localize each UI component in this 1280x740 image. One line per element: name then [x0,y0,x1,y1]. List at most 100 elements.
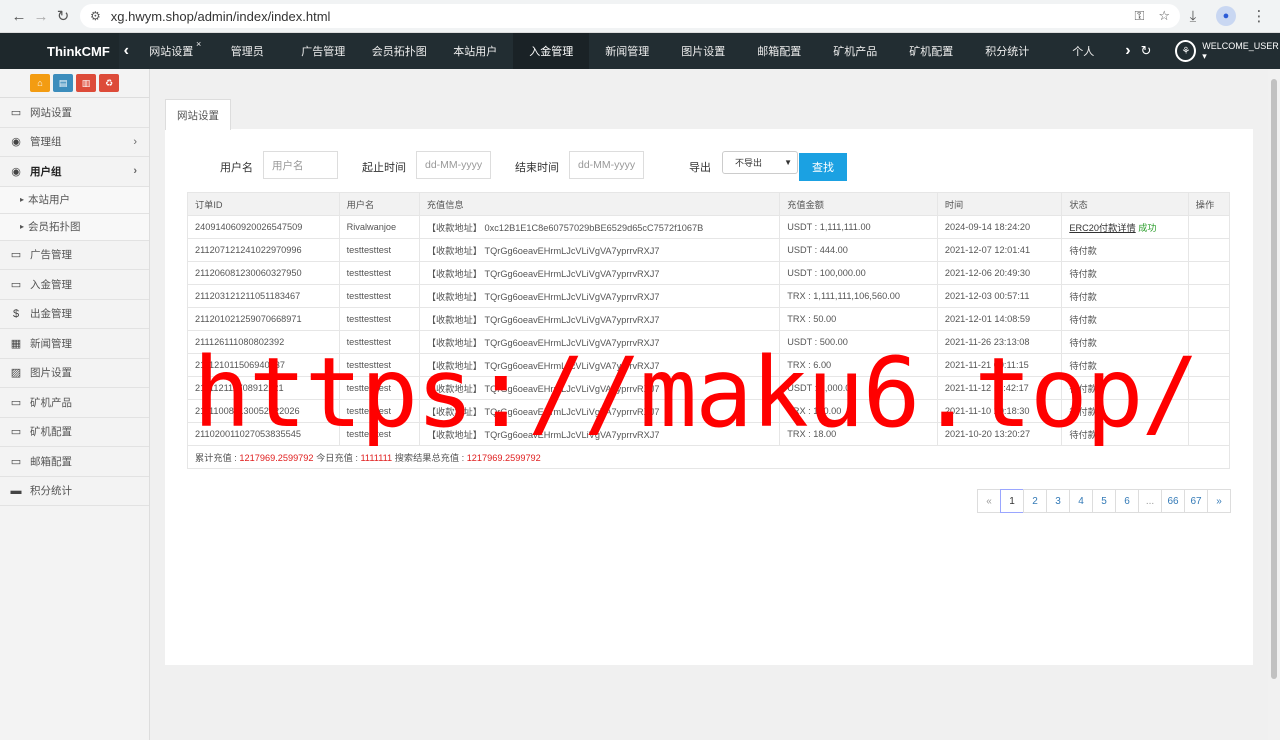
tab-5[interactable]: 入金管理 [513,33,590,69]
today-value: 1111111 [360,453,393,463]
scrollbar-thumb[interactable] [1271,79,1277,679]
sidebar-item-label: 新闻管理 [30,337,72,350]
menu-icon[interactable]: ⋮ [1246,3,1272,29]
table-row: 211203121211051183467 testtesttest 【收款地址】 … [187,284,1231,308]
cell-amount: USDT : 444.00 [779,238,938,262]
trash-icon[interactable]: ▥ [76,74,96,92]
user-menu[interactable]: ⚘ WELCOME_USER ▾ [1175,40,1280,62]
page-scrollbar[interactable] [1268,69,1280,740]
sidebar-item-2[interactable]: ◉ 用户组 › [0,157,149,187]
table-row: 211201021259070668971 testtesttest 【收款地址】 … [187,307,1231,331]
tab-11[interactable]: 积分统计 [969,33,1045,69]
sidebar-item-1[interactable]: ◉ 管理组 › [0,128,149,157]
sidebar-item-label: 用户组 [30,165,62,178]
profile-icon[interactable]: ● [1216,6,1236,26]
sidebar-item-5[interactable]: ▭ 广告管理 [0,241,149,270]
page-3[interactable]: 3 [1046,489,1070,513]
table-header-cell: 充值信息 [418,192,781,216]
home-icon[interactable]: ⌂ [30,74,50,92]
search-total-label: 搜索结果总充值 : [392,453,467,463]
sidebar-item-12[interactable]: ▭ 邮箱配置 [0,447,149,477]
tab-12[interactable]: 个人 [1045,33,1121,69]
cell-time: 2021-10-20 13:20:27 [936,422,1063,446]
sidebar-item-6[interactable]: ▭ 入金管理 [0,270,149,300]
download-icon[interactable]: ⤓ [1180,3,1206,29]
tab-label: 网站设置 [149,46,194,58]
tab-label: 新闻管理 [605,46,650,58]
start-date-input[interactable]: dd-MM-yyyy [416,151,491,179]
payment-detail-link[interactable]: ERC20付款详情 [1069,223,1135,233]
page-next[interactable]: » [1207,489,1231,513]
tab-0[interactable]: 网站设置 × [133,33,209,69]
tab-4[interactable]: 本站用户 [437,33,513,69]
cell-info: 【收款地址】 TQrGg6oeavEHrmLJcVLiVgVA7yprrvRXJ… [418,330,781,354]
tab-10[interactable]: 矿机配置 [893,33,969,69]
forward-icon[interactable]: → [30,3,52,29]
export-select-value: 不导出 [735,158,763,168]
sidebar-item-label: 广告管理 [30,249,72,262]
page-2[interactable]: 2 [1023,489,1047,513]
page-4[interactable]: 4 [1069,489,1093,513]
table-row: 211110081130052122026 testtesttest 【收款地址】 … [187,399,1231,423]
sidebar-item-7[interactable]: $ 出金管理 [0,300,149,329]
page-66[interactable]: 66 [1161,489,1185,513]
page-1[interactable]: 1 [1000,489,1024,513]
sidebar-item-label: 会员拓扑图 [28,221,81,233]
username-input[interactable]: 用户名 [263,151,338,179]
key-icon[interactable]: ⚿ [1134,8,1144,24]
topnav-right: › ↻ ⚘ WELCOME_USER ▾ [1125,40,1280,62]
tab-9[interactable]: 矿机产品 [817,33,893,69]
site-settings-icon[interactable]: ⚙ [90,9,101,23]
cell-info: 【收款地址】 TQrGg6oeavEHrmLJcVLiVgVA7yprrvRXJ… [418,422,781,446]
cell-actions [1187,353,1231,377]
file-icon[interactable]: ▤ [53,74,73,92]
close-icon[interactable]: × [196,39,201,49]
user-circle-icon: ◉ [11,165,21,178]
username-label: 用户名 [220,162,253,174]
tab-2[interactable]: 广告管理 [285,33,361,69]
user-circle-icon: ◉ [11,136,21,149]
export-select[interactable]: 不导出 ▼ [722,151,798,174]
cell-user: testtesttest [338,284,420,308]
sidebar-item-9[interactable]: ▨ 图片设置 [0,359,149,388]
table-header-cell: 订单ID [187,192,340,216]
sidebar-subitem-4[interactable]: ▸ 会员拓扑图 [0,213,149,241]
cell-id: 211110081130052122026 [187,399,340,423]
reload-icon[interactable]: ↻ [52,3,74,29]
tabs-scroll-right-icon[interactable]: › [1125,42,1130,60]
address-bar[interactable]: ⚙ xg.hwym.shop/admin/index/index.html ⚿ … [80,4,1180,28]
monitor-icon: ▭ [10,278,22,291]
cell-info: 【收款地址】 TQrGg6oeavEHrmLJcVLiVgVA7yprrvRXJ… [418,284,781,308]
tab-8[interactable]: 邮箱配置 [741,33,817,69]
tab-3[interactable]: 会员拓扑图 [361,33,437,69]
table-row: 211207121241022970996 testtesttest 【收款地址】 … [187,238,1231,262]
sidebar-item-13[interactable]: ▬ 积分统计 [0,477,149,506]
recycle-icon[interactable]: ♻ [99,74,119,92]
sidebar-item-0[interactable]: ▭ 网站设置 [0,98,149,128]
tab-7[interactable]: 图片设置 [665,33,741,69]
page-5[interactable]: 5 [1092,489,1116,513]
sidebar-item-10[interactable]: ▭ 矿机产品 [0,388,149,418]
star-icon[interactable]: ☆ [1158,8,1170,24]
page-6[interactable]: 6 [1115,489,1139,513]
tab-1[interactable]: 管理员 [209,33,285,69]
sidebar-item-8[interactable]: ▦ 新闻管理 [0,329,149,359]
tab-6[interactable]: 新闻管理 [589,33,665,69]
table-header-cell: 操作 [1187,192,1231,216]
browser-toolbar: ← → ↻ ⚙ xg.hwym.shop/admin/index/index.h… [0,0,1280,33]
sidebar-item-11[interactable]: ▭ 矿机配置 [0,418,149,447]
search-button[interactable]: 查找 [799,153,847,181]
cell-actions [1187,307,1231,331]
tabs-scroll-left-icon[interactable]: ‹ [119,42,133,60]
sidebar-subitem-3[interactable]: ▸ 本站用户 [0,186,149,214]
sidebar-item-label: 出金管理 [30,308,72,321]
end-date-input[interactable]: dd-MM-yyyy [569,151,644,179]
page-67[interactable]: 67 [1184,489,1208,513]
sidebar-item-label: 管理组 [30,136,62,149]
deposit-table: 订单ID 用户名 充值信息 充值金额 时间 状态 操作 240914060920026547… [187,192,1231,469]
back-icon[interactable]: ← [8,3,30,29]
panel-tab[interactable]: 网站设置 [165,99,231,130]
tab-label: 本站用户 [453,46,498,58]
page-prev[interactable]: « [977,489,1001,513]
refresh-icon[interactable]: ↻ [1141,43,1152,59]
